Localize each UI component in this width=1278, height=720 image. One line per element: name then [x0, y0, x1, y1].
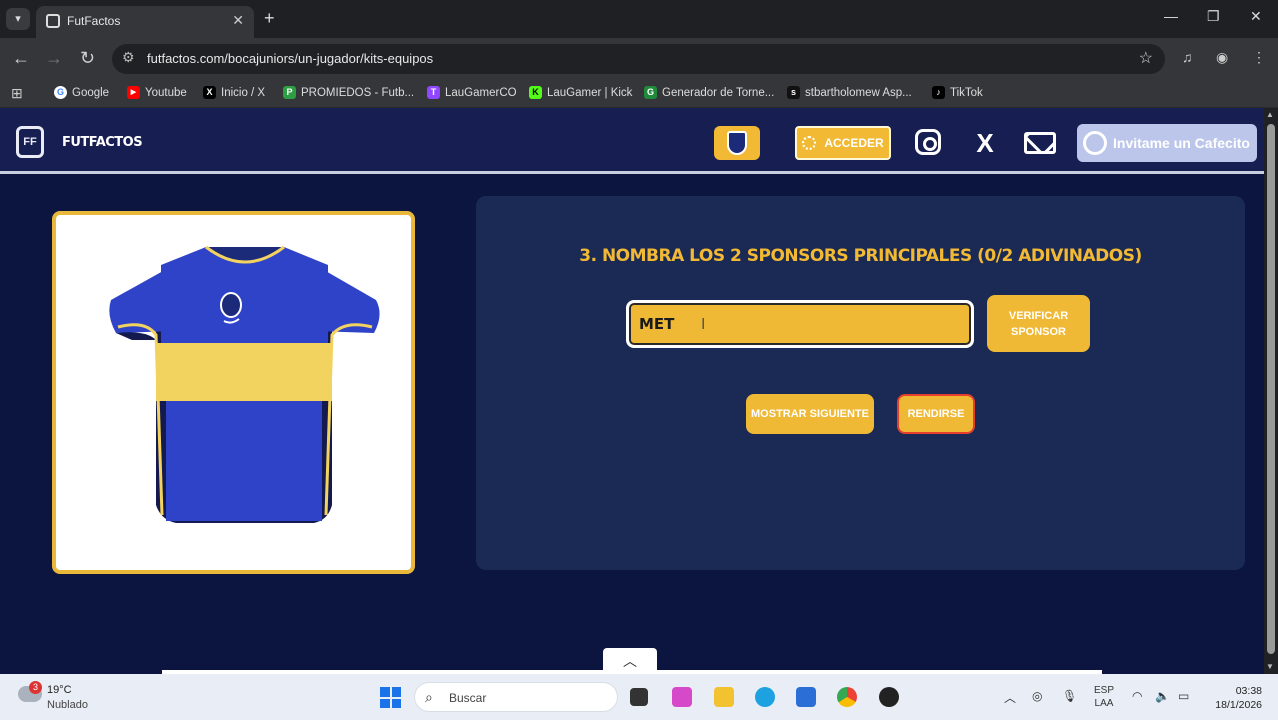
address-bar[interactable]: ⚙ futfactos.com/bocajuniors/un-jugador/k…: [112, 44, 1165, 74]
battery-icon[interactable]: ▭: [1178, 689, 1189, 703]
scroll-thumb[interactable]: [1267, 124, 1275, 654]
bookmark-youtube[interactable]: ▶ Youtube: [127, 86, 187, 99]
scroll-down-arrow-icon[interactable]: ▼: [1266, 662, 1274, 671]
login-icon: [802, 136, 817, 150]
tab-close-icon[interactable]: ✕: [232, 12, 244, 29]
apps-grid-icon[interactable]: ⊞: [11, 85, 23, 102]
restore-icon[interactable]: ❐: [1207, 8, 1220, 25]
team-shield-button[interactable]: [714, 126, 760, 160]
chrome-icon[interactable]: [837, 687, 857, 707]
search-icon: ⌕: [425, 689, 433, 705]
x-logo-icon: X: [203, 86, 216, 99]
futfactos-page: FF FUTFACTOS ACCEDER X Invitame un Cafec…: [0, 108, 1264, 674]
microphone-icon[interactable]: 🎙: [1062, 689, 1077, 703]
app-icon[interactable]: [879, 687, 899, 707]
kick-icon: K: [529, 86, 542, 99]
google-icon: G: [54, 86, 67, 99]
task-view-icon[interactable]: [630, 688, 648, 706]
x-social-icon[interactable]: X: [970, 128, 1000, 158]
store-icon[interactable]: [796, 687, 816, 707]
sponsor-answer-input[interactable]: [626, 300, 974, 348]
weather-badge: 3: [29, 681, 42, 694]
game-panel: 3. NOMBRA LOS 2 SPONSORS PRINCIPALES (0/…: [476, 196, 1245, 570]
tray-app-icon[interactable]: ◎: [1032, 689, 1042, 703]
search-placeholder: Buscar: [449, 691, 487, 705]
futfactos-favicon-icon: [46, 14, 60, 28]
windows-start-icon[interactable]: [380, 687, 401, 708]
taskbar-search[interactable]: ⌕ Buscar: [414, 682, 618, 712]
youtube-icon: ▶: [127, 86, 140, 99]
site-logo-text[interactable]: FUTFACTOS: [62, 135, 143, 150]
system-clock[interactable]: 03:38 18/1/2026: [1204, 684, 1262, 712]
mail-icon[interactable]: [1024, 132, 1056, 154]
site-header: FF FUTFACTOS ACCEDER X Invitame un Cafec…: [0, 108, 1264, 174]
edge-icon[interactable]: [755, 687, 775, 707]
promiedos-icon: P: [283, 86, 296, 99]
tab-search-chevron-icon[interactable]: ▾: [6, 8, 30, 30]
bookmark-x[interactable]: X Inicio / X: [203, 86, 265, 99]
language-indicator[interactable]: ESP LAA: [1094, 684, 1114, 710]
stbartholomew-icon: s: [787, 86, 800, 99]
tab-title: FutFactos: [67, 14, 121, 28]
tiktok-icon: ♪: [932, 86, 945, 99]
reload-icon[interactable]: ↻: [80, 48, 95, 69]
instagram-icon[interactable]: [915, 129, 941, 155]
boca-shield-icon: [727, 131, 747, 155]
kit-image-card: [52, 211, 415, 574]
page-scrollbar[interactable]: ▲ ▼: [1264, 108, 1278, 674]
bookmark-generador[interactable]: G Generador de Torne...: [644, 86, 774, 99]
browser-menu-icon[interactable]: ⋮: [1252, 49, 1266, 66]
scroll-up-arrow-icon[interactable]: ▲: [1266, 110, 1274, 119]
weather-temp[interactable]: 19°C: [47, 684, 72, 696]
browser-tab[interactable]: FutFactos ✕: [36, 6, 254, 38]
boca-jersey-image: [109, 245, 380, 523]
cafecito-icon: [1083, 131, 1107, 155]
weather-desc[interactable]: Nublado: [47, 699, 88, 711]
volume-icon[interactable]: 🔈: [1155, 689, 1170, 703]
bookmark-promiedos[interactable]: P PROMIEDOS - Futb...: [283, 86, 414, 99]
windows-taskbar: 3 19°C Nublado ⌕ Buscar ︿ ◎ 🎙 ESP LAA ◠ …: [0, 674, 1278, 720]
copilot-icon[interactable]: [672, 687, 692, 707]
bookmark-twitch[interactable]: T LauGamerCO: [427, 86, 517, 99]
bookmarks-bar: ⊞ G Google ▶ Youtube X Inicio / X P PROMIEDO…: [0, 80, 1278, 108]
bookmark-stbartholomew[interactable]: s stbartholomew Asp...: [787, 86, 912, 99]
new-tab-icon[interactable]: +: [264, 8, 275, 29]
trophy-icon: G: [644, 86, 657, 99]
browser-toolbar: ← → ↻ ⚙ futfactos.com/bocajuniors/un-jug…: [0, 38, 1278, 80]
text-cursor-icon: I: [701, 316, 706, 333]
site-info-icon[interactable]: ⚙: [122, 49, 135, 66]
tray-chevron-icon[interactable]: ︿: [1004, 689, 1016, 706]
forward-icon[interactable]: →: [45, 48, 63, 69]
bookmark-google[interactable]: G Google: [54, 86, 109, 99]
scroll-top-chevron-icon[interactable]: ︿: [603, 648, 657, 674]
show-next-button[interactable]: MOSTRAR SIGUIENTE: [746, 394, 874, 434]
question-heading: 3. NOMBRA LOS 2 SPONSORS PRINCIPALES (0/…: [579, 246, 1142, 266]
cafecito-button[interactable]: Invitame un Cafecito: [1077, 124, 1257, 162]
futfactos-logo-icon[interactable]: FF: [16, 126, 44, 158]
bookmark-star-icon[interactable]: ☆: [1139, 48, 1153, 68]
twitch-icon: T: [427, 86, 440, 99]
browser-tabbar: ▾ FutFactos ✕ + — ❐ ✕: [0, 0, 1278, 38]
bookmark-tiktok[interactable]: ♪ TikTok: [932, 86, 983, 99]
url-text[interactable]: futfactos.com/bocajuniors/un-jugador/kit…: [147, 51, 433, 66]
media-icon[interactable]: ♫: [1182, 49, 1193, 65]
verify-sponsor-button[interactable]: VERIFICAR SPONSOR: [987, 295, 1090, 352]
back-icon[interactable]: ←: [12, 48, 30, 69]
minimize-icon[interactable]: —: [1164, 8, 1178, 24]
file-explorer-icon[interactable]: [714, 687, 734, 707]
window-close-icon[interactable]: ✕: [1250, 8, 1262, 25]
wifi-icon[interactable]: ◠: [1132, 689, 1142, 703]
give-up-button[interactable]: RENDIRSE: [897, 394, 975, 434]
bookmark-kick[interactable]: K LauGamer | Kick: [529, 86, 632, 99]
acceder-button[interactable]: ACCEDER: [795, 126, 891, 160]
profile-icon[interactable]: ◉: [1216, 49, 1228, 66]
